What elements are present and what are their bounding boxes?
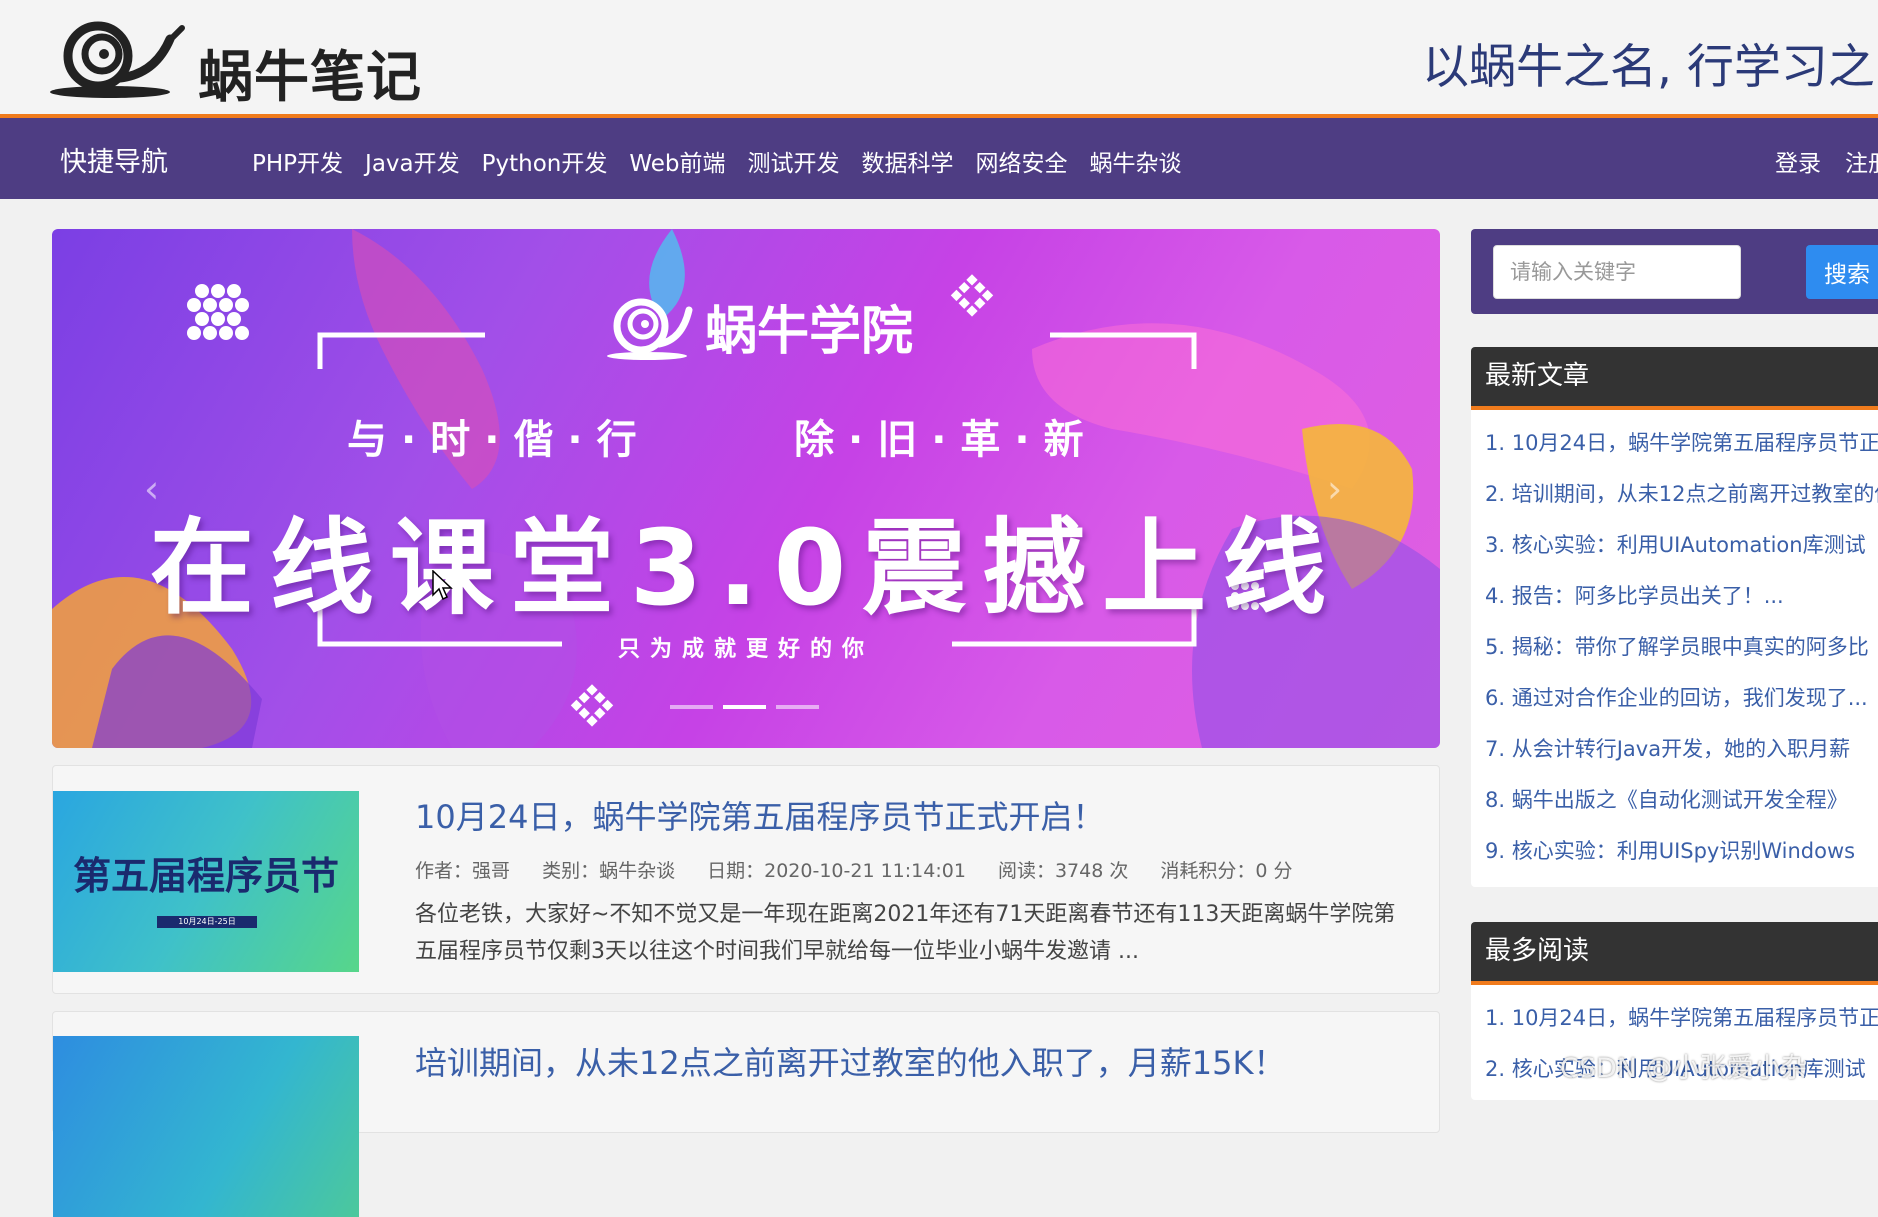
- thumbnail-title: 第五届程序员节: [72, 854, 339, 898]
- register-link[interactable]: 注册: [1845, 144, 1878, 178]
- main-nav: 快捷导航 PHP开发 Java开发 Python开发 Web前端 测试开发 数据…: [0, 118, 1878, 199]
- banner-carousel[interactable]: 蜗牛学院 与·时·偕·行 除·旧·革·新 在线课堂3.0震撼上线 只为成就更好的…: [52, 229, 1440, 748]
- search-input[interactable]: [1493, 245, 1741, 299]
- site-slogan: 以蜗牛之名, 行学习之实: [1422, 40, 1878, 95]
- list-item[interactable]: 8. 蜗牛出版之《自动化测试开发全程》: [1485, 775, 1878, 826]
- article-author: 作者：强哥: [415, 860, 511, 882]
- most-read-title: 最多阅读: [1471, 922, 1878, 985]
- nav-item-web[interactable]: Web前端: [629, 144, 725, 178]
- login-link[interactable]: 登录: [1775, 144, 1821, 178]
- list-item[interactable]: 3. 核心实验：利用UIAutomation库测试: [1485, 520, 1878, 571]
- nav-menu: PHP开发 Java开发 Python开发 Web前端 测试开发 数据科学 网络…: [252, 144, 1182, 178]
- carousel-dot-1[interactable]: [670, 705, 713, 709]
- mouse-cursor-icon: [432, 570, 453, 601]
- latest-articles-list: 1. 10月24日，蜗牛学院第五届程序员节正式开启！ 2. 培训期间，从未12点…: [1471, 410, 1878, 877]
- article-card: 第五届程序员节 10月24日-25日 10月24日，蜗牛学院第五届程序员节正式开…: [52, 765, 1440, 994]
- carousel-dot-2[interactable]: [723, 705, 766, 709]
- latest-articles-title: 最新文章: [1471, 347, 1878, 410]
- carousel-indicators: [670, 705, 819, 709]
- article-card: 培训期间，从未12点之前离开过教室的他入职了，月薪15K！: [52, 1011, 1440, 1217]
- nav-item-misc[interactable]: 蜗牛杂谈: [1090, 144, 1182, 178]
- article-reads: 阅读：3748 次: [997, 860, 1129, 882]
- article-title[interactable]: 10月24日，蜗牛学院第五届程序员节正式开启！: [415, 792, 1104, 838]
- list-item[interactable]: 5. 揭秘：带你了解学员眼中真实的阿多比: [1485, 622, 1878, 673]
- thumbnail-date: 10月24日-25日: [157, 916, 257, 928]
- nav-item-java[interactable]: Java开发: [365, 144, 460, 178]
- list-item[interactable]: 6. 通过对合作企业的回访，我们发现了...: [1485, 673, 1878, 724]
- search-button[interactable]: 搜索: [1806, 245, 1878, 299]
- auth-links: 登录 注册: [1775, 144, 1878, 178]
- banner-brand-text: 蜗牛学院: [705, 302, 914, 362]
- carousel-dot-3[interactable]: [776, 705, 819, 709]
- banner-motto-right: 除·旧·革·新: [794, 417, 1098, 463]
- nav-item-security[interactable]: 网络安全: [976, 144, 1068, 178]
- article-excerpt: 各位老铁，大家好~不知不觉又是一年现在距离2021年还有71天距离春节还有113…: [415, 902, 1396, 964]
- nav-item-data-science[interactable]: 数据科学: [862, 144, 954, 178]
- quick-nav-label: 快捷导航: [60, 147, 168, 178]
- list-item[interactable]: 1. 10月24日，蜗牛学院第五届程序员节正式开启！: [1485, 418, 1878, 469]
- banner-motto-left: 与·时·偕·行: [347, 417, 651, 463]
- site-logo[interactable]: 蜗牛笔记: [50, 14, 421, 109]
- article-thumbnail[interactable]: 第五届程序员节 10月24日-25日: [53, 791, 359, 972]
- banner-subtitle: 只为成就更好的你: [617, 637, 874, 662]
- snail-brand-icon: [607, 298, 693, 360]
- article-date: 日期：2020-10-21 11:14:01: [707, 860, 966, 882]
- article-points: 消耗积分：0 分: [1160, 860, 1293, 882]
- snail-logo-icon: [50, 21, 185, 98]
- article-thumbnail[interactable]: [53, 1036, 359, 1217]
- banner-brand: 蜗牛学院: [607, 289, 913, 364]
- nav-item-testing[interactable]: 测试开发: [748, 144, 840, 178]
- logo-text: 蜗牛笔记: [198, 45, 423, 109]
- csdn-watermark: CSDN @小张爱小杂: [1560, 1053, 1808, 1084]
- article-category: 类别：蜗牛杂谈: [542, 860, 676, 882]
- latest-articles-panel: 最新文章 1. 10月24日，蜗牛学院第五届程序员节正式开启！ 2. 培训期间，…: [1471, 347, 1878, 887]
- article-title[interactable]: 培训期间，从未12点之前离开过教室的他入职了，月薪15K！: [415, 1038, 1285, 1084]
- carousel-next-icon[interactable]: ›: [1327, 467, 1342, 511]
- nav-item-python[interactable]: Python开发: [482, 144, 608, 178]
- article-meta: 作者：强哥 类别：蜗牛杂谈 日期：2020-10-21 11:14:01 阅读：…: [415, 856, 1319, 883]
- list-item[interactable]: 4. 报告：阿多比学员出关了！...: [1485, 571, 1878, 622]
- list-item[interactable]: 9. 核心实验：利用UISpy识别Windows: [1485, 826, 1878, 877]
- list-item[interactable]: 7. 从会计转行Java开发，她的入职月薪: [1485, 724, 1878, 775]
- site-header: 蜗牛笔记 以蜗牛之名, 行学习之实: [0, 0, 1878, 116]
- nav-item-php[interactable]: PHP开发: [252, 144, 343, 178]
- banner-headline: 在线课堂3.0震撼上线: [149, 507, 1343, 629]
- carousel-prev-icon[interactable]: ‹: [144, 467, 159, 511]
- list-item[interactable]: 1. 10月24日，蜗牛学院第五届程序员节正式开启！: [1485, 993, 1878, 1044]
- list-item[interactable]: 2. 培训期间，从未12点之前离开过教室的他入职了: [1485, 469, 1878, 520]
